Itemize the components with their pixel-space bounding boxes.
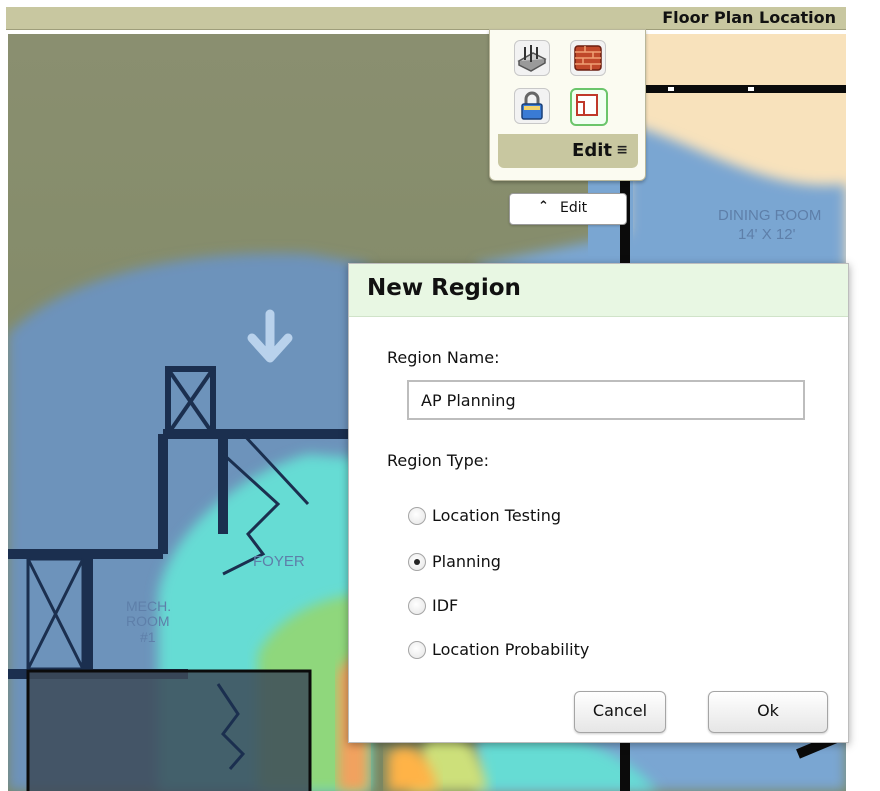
- edit-toolbox: Edit ≡: [489, 29, 646, 181]
- option-label-planning[interactable]: Planning: [432, 552, 501, 571]
- edit-toggle-button[interactable]: ⌃ Edit: [509, 193, 627, 225]
- edit-toggle-label: Edit: [560, 200, 588, 216]
- room-label-dining: DINING ROOM: [718, 207, 821, 224]
- double-chevron-up-icon: ⌃: [538, 199, 549, 214]
- cancel-button[interactable]: Cancel: [574, 691, 666, 733]
- title-divider: [6, 30, 846, 33]
- room-label-mech-1: MECH.: [126, 598, 171, 614]
- option-label-location-testing[interactable]: Location Testing: [432, 506, 561, 525]
- radio-location-testing[interactable]: [408, 507, 426, 525]
- dialog-header: New Region: [349, 264, 848, 317]
- region-type-label: Region Type:: [387, 451, 489, 470]
- router-tool-button[interactable]: [514, 40, 550, 76]
- region-tool-button[interactable]: [570, 88, 608, 126]
- region-name-label: Region Name:: [387, 348, 500, 367]
- title-bar: Floor Plan Location: [6, 7, 846, 30]
- dialog-title: New Region: [367, 275, 521, 301]
- option-label-idf[interactable]: IDF: [432, 596, 458, 615]
- room-label-foyer: FOYER: [253, 553, 305, 570]
- router-tool-icon: [517, 45, 547, 72]
- room-size-dining: 14' X 12': [738, 226, 796, 243]
- new-region-dialog: New Region Region Name: Region Type: Loc…: [348, 263, 849, 743]
- double-chevron-down-icon: ≡: [616, 142, 628, 158]
- caption-strip: [0, 0, 880, 7]
- wall-tool-icon: [574, 45, 602, 71]
- room-label-mech-3: #1: [140, 629, 156, 645]
- lock-tool-icon: [521, 91, 543, 120]
- edit-toolbar-collapse[interactable]: Edit ≡: [498, 134, 638, 168]
- edit-toolbar-label: Edit: [572, 140, 612, 161]
- region-tool-icon: [576, 94, 598, 116]
- lock-tool-button[interactable]: [514, 88, 550, 124]
- room-label-mech-2: ROOM: [126, 613, 170, 629]
- region-name-input[interactable]: [407, 380, 805, 420]
- option-label-location-probability[interactable]: Location Probability: [432, 640, 589, 659]
- radio-planning[interactable]: [408, 553, 426, 571]
- wall-tool-button[interactable]: [570, 40, 606, 76]
- ok-button[interactable]: Ok: [708, 691, 828, 733]
- page-title: Floor Plan Location: [662, 8, 836, 27]
- radio-idf[interactable]: [408, 597, 426, 615]
- radio-location-probability[interactable]: [408, 641, 426, 659]
